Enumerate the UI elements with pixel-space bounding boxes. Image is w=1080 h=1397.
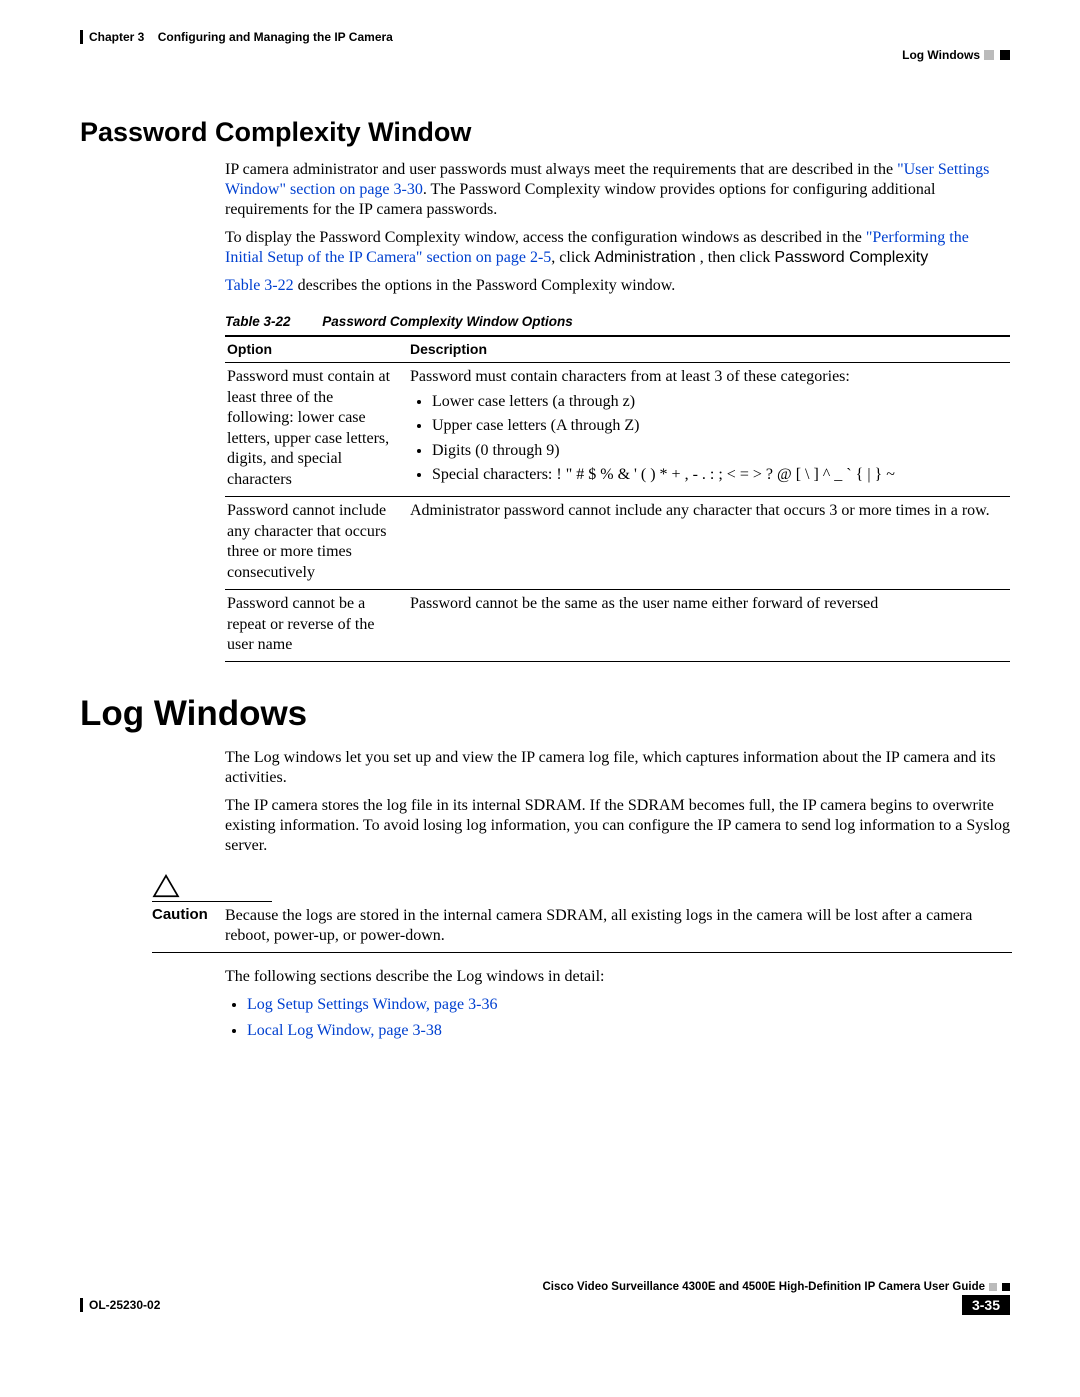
list-item: Special characters: ! " # $ % & ' ( ) * … (432, 465, 1004, 485)
chapter-title: Configuring and Managing the IP Camera (158, 30, 393, 44)
decoration-square-icon (1002, 1283, 1010, 1291)
page-number: 3-35 (962, 1295, 1010, 1315)
table-row: Password cannot be a repeat or reverse o… (225, 590, 1010, 662)
caution-text: Because the logs are stored in the inter… (225, 906, 1010, 946)
table-caption-label: Table 3-22 (225, 314, 291, 329)
xref-log-setup[interactable]: Log Setup Settings Window, page 3-36 (247, 996, 497, 1013)
book-title: Cisco Video Surveillance 4300E and 4500E… (543, 1281, 986, 1293)
cell-description: Password must contain characters from at… (408, 363, 1010, 497)
caution-block: Caution Because the logs are stored in t… (152, 874, 1010, 953)
paragraph: The Log windows let you set up and view … (225, 748, 1010, 788)
doc-id: OL-25230-02 (80, 1298, 160, 1312)
xref-table-3-22[interactable]: Table 3-22 (225, 277, 294, 294)
table-row: Password must contain at least three of … (225, 363, 1010, 497)
decoration-square-icon (984, 50, 994, 60)
cell-description: Administrator password cannot include an… (408, 497, 1010, 590)
chapter-line: Chapter 3 Configuring and Managing the I… (89, 30, 393, 44)
decoration-square-icon (1000, 50, 1010, 60)
caution-icon (152, 874, 180, 898)
list-item: Lower case letters (a through z) (432, 392, 1004, 412)
table-row: Password cannot include any character th… (225, 497, 1010, 590)
xref-local-log[interactable]: Local Log Window, page 3-38 (247, 1022, 442, 1039)
cell-option: Password cannot be a repeat or reverse o… (225, 590, 408, 662)
header-right: Log Windows (80, 48, 1010, 62)
table-caption-title: Password Complexity Window Options (322, 314, 572, 329)
password-complexity-options-table: Option Description Password must contain… (225, 335, 1010, 663)
list-item: Upper case letters (A through Z) (432, 416, 1004, 436)
section-heading-log-windows: Log Windows (80, 694, 1010, 734)
table-caption: Table 3-22 Password Complexity Window Op… (225, 314, 1010, 331)
cell-description: Password cannot be the same as the user … (408, 590, 1010, 662)
paragraph: IP camera administrator and user passwor… (225, 160, 1010, 220)
caution-label: Caution (152, 906, 225, 946)
cell-option: Password must contain at least three of … (225, 363, 408, 497)
th-option: Option (225, 336, 408, 363)
ui-label-password-complexity: Password Complexity (774, 249, 928, 266)
paragraph: The following sections describe the Log … (225, 967, 1010, 987)
chapter-label: Chapter 3 (89, 30, 144, 44)
section-heading-password-complexity: Password Complexity Window (80, 117, 1010, 148)
paragraph: To display the Password Complexity windo… (225, 228, 1010, 268)
cell-option: Password cannot include any character th… (225, 497, 408, 590)
header-bar: Chapter 3 Configuring and Managing the I… (80, 30, 1010, 44)
paragraph: Table 3-22 describes the options in the … (225, 276, 1010, 296)
decoration-square-icon (989, 1283, 997, 1291)
th-description: Description (408, 336, 1010, 363)
list-item: Digits (0 through 9) (432, 441, 1004, 461)
list-item: Log Setup Settings Window, page 3-36 (247, 995, 1010, 1015)
ui-label-administration: Administration (594, 249, 695, 266)
paragraph: The IP camera stores the log file in its… (225, 796, 1010, 856)
header-section: Log Windows (902, 48, 980, 62)
footer: Cisco Video Surveillance 4300E and 4500E… (80, 1281, 1010, 1315)
list-item: Local Log Window, page 3-38 (247, 1021, 1010, 1041)
